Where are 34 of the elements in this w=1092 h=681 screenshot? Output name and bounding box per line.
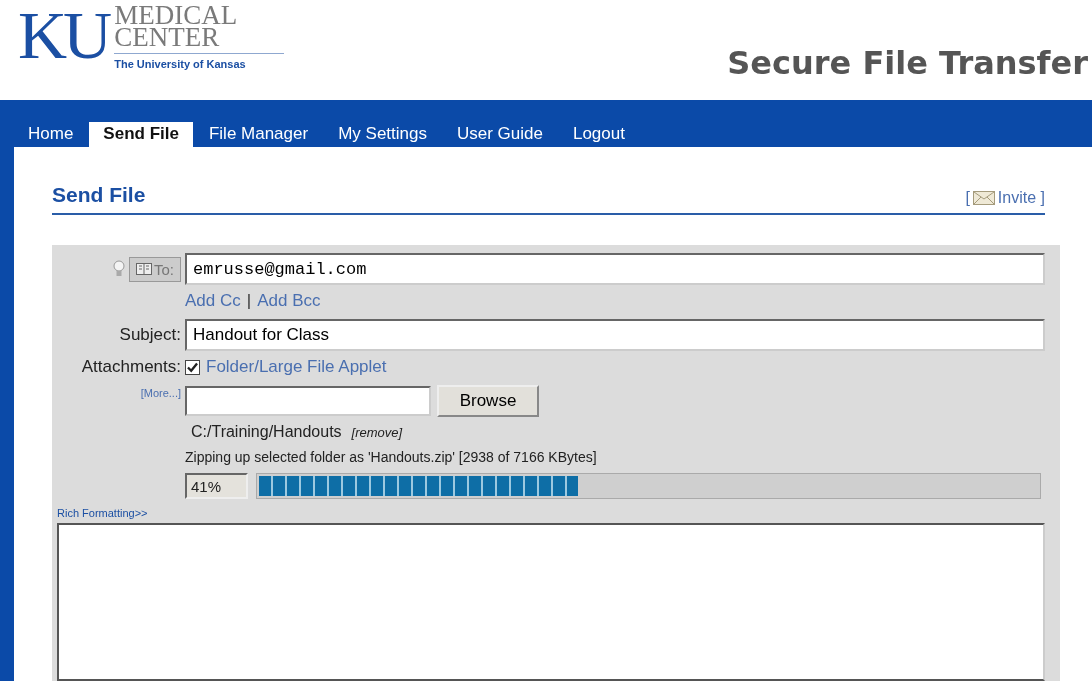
applet-label[interactable]: Folder/Large File Applet — [206, 357, 387, 377]
status-text: Zipping up selected folder as 'Handouts.zip' [2938 of 7166 KBytes] — [185, 449, 597, 465]
nav-tab[interactable]: Logout — [558, 122, 639, 147]
nav-tab[interactable]: Home — [28, 122, 88, 147]
remove-link[interactable]: [remove] — [351, 424, 403, 440]
nav-tab[interactable]: File Manager — [194, 122, 323, 147]
add-bcc-link[interactable]: Add Bcc — [257, 291, 321, 311]
attachments-label: Attachments: — [81, 357, 181, 377]
nav-tab[interactable]: Send File — [89, 122, 193, 147]
nav-tab[interactable]: User Guide — [442, 122, 557, 147]
percent-field: 41% — [185, 473, 248, 499]
subject-field[interactable]: Handout for Class — [185, 319, 1045, 351]
subject-label: Subject: — [119, 325, 181, 345]
checkbox[interactable] — [185, 359, 200, 375]
logo-text: CENTER — [114, 26, 220, 48]
recipient-field[interactable]: emrusse@gmail.com — [185, 253, 1045, 285]
rich-formatting-link[interactable]: Rich Formatting>> — [57, 507, 1045, 519]
nav-tab[interactable]: My Settings — [324, 122, 441, 147]
separator: | — [246, 291, 252, 311]
invite-link[interactable]: [ Invite ] — [965, 189, 1045, 207]
app-title: Secure File Transfer — [727, 44, 1088, 82]
more-link[interactable]: [More...] — [140, 387, 181, 399]
book-icon — [136, 263, 152, 275]
browse-button[interactable]: Browse — [437, 385, 539, 417]
folder-path: C:/Training/Handouts — [191, 423, 342, 441]
message-field[interactable] — [57, 523, 1045, 681]
envelope-icon — [972, 191, 995, 205]
file-field[interactable] — [185, 386, 431, 416]
logo-text: MEDICAL — [114, 4, 239, 26]
lightbulb-icon — [113, 260, 125, 278]
page-title: Send File — [52, 183, 146, 207]
logo-tagline: The University of Kansas — [114, 53, 285, 70]
add-cc-link[interactable]: Add Cc — [185, 291, 241, 311]
logo-mark: KU — [18, 4, 109, 66]
